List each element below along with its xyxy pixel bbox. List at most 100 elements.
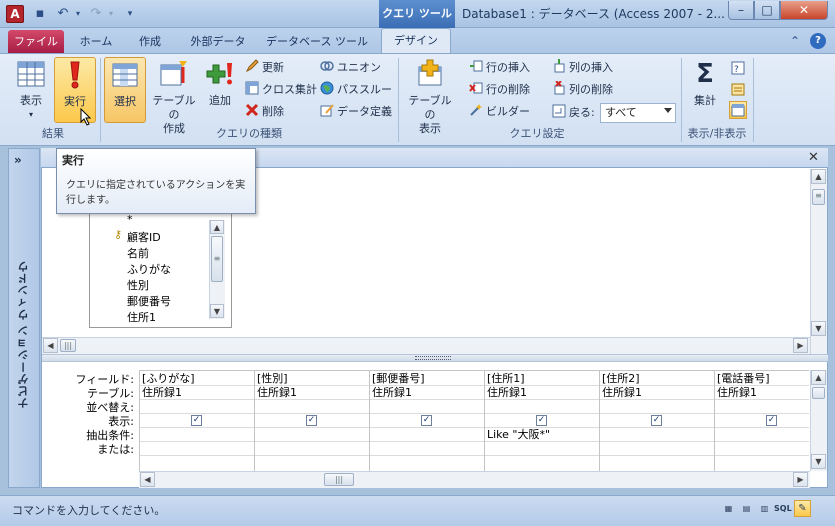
- field-list-item[interactable]: 郵便番号: [127, 293, 171, 309]
- scroll-thumb[interactable]: |||: [324, 473, 354, 486]
- pass-through-query-button[interactable]: パススルー: [320, 80, 392, 100]
- close-document-icon[interactable]: ✕: [808, 150, 819, 165]
- grid-cell-table[interactable]: 住所録1: [372, 386, 412, 400]
- scroll-down-icon[interactable]: ▼: [811, 454, 826, 469]
- delete-query-button[interactable]: 削除: [245, 102, 284, 122]
- undo-dropdown-icon[interactable]: ▾: [70, 6, 86, 22]
- design-view-icon[interactable]: ✎: [794, 500, 811, 517]
- scroll-thumb[interactable]: ≡: [812, 189, 825, 205]
- tab-create[interactable]: 作成: [128, 30, 172, 53]
- scroll-thumb[interactable]: |||: [60, 339, 76, 352]
- builder-button[interactable]: ビルダー: [469, 102, 530, 122]
- show-checkbox[interactable]: ✓: [191, 415, 202, 426]
- update-query-button[interactable]: 更新: [245, 58, 284, 78]
- undo-icon[interactable]: ↶: [55, 6, 71, 22]
- save-icon[interactable]: ▪: [32, 6, 48, 22]
- maximize-button[interactable]: □: [754, 1, 780, 20]
- scroll-up-icon[interactable]: ▲: [811, 370, 826, 385]
- redo-icon[interactable]: ↷: [88, 6, 104, 22]
- field-list-item[interactable]: 顧客ID: [127, 229, 161, 245]
- field-list-item[interactable]: ふりがな: [127, 261, 171, 277]
- show-table-button[interactable]: テーブルの 表示: [403, 57, 457, 135]
- tab-database-tools[interactable]: データベース ツール: [262, 30, 372, 53]
- tab-home[interactable]: ホーム: [70, 30, 122, 53]
- grid-cell-field[interactable]: [ふりがな]: [142, 372, 195, 386]
- status-text: コマンドを入力してください。: [12, 504, 166, 517]
- help-icon[interactable]: ?: [810, 33, 826, 49]
- field-list-item[interactable]: 名前: [127, 245, 149, 261]
- field-list-item[interactable]: 住所1: [127, 309, 156, 325]
- access-app-icon[interactable]: A: [6, 5, 24, 23]
- grid-cell-criteria[interactable]: Like "大阪*": [487, 428, 550, 442]
- scroll-thumb[interactable]: ≡: [211, 236, 223, 282]
- design-grid[interactable]: [ふりがな] 住所録1 ✓ [性別] 住所録1 ✓ [郵便番号] 住所録1 ✓ [住所1] 住所録1…: [139, 370, 809, 471]
- grid-horizontal-scrollbar[interactable]: ◀ ||| ▶: [139, 471, 810, 488]
- tab-file[interactable]: ファイル: [8, 30, 64, 53]
- splitter-grip-icon[interactable]: [415, 356, 451, 360]
- make-table-button[interactable]: テーブルの 作成: [148, 57, 200, 135]
- field-list-item[interactable]: 性別: [127, 277, 149, 293]
- scroll-up-icon[interactable]: ▲: [210, 220, 224, 234]
- scroll-left-icon[interactable]: ◀: [140, 472, 155, 487]
- grid-cell-table[interactable]: 住所録1: [602, 386, 642, 400]
- grid-cell-table[interactable]: 住所録1: [142, 386, 182, 400]
- customize-toolbar-icon[interactable]: ▾: [122, 6, 138, 22]
- pivot-chart-view-icon[interactable]: ▥: [756, 500, 773, 517]
- insert-columns-button[interactable]: 列の挿入: [552, 58, 613, 78]
- show-checkbox[interactable]: ✓: [306, 415, 317, 426]
- grid-cell-table[interactable]: 住所録1: [257, 386, 297, 400]
- minimize-ribbon-icon[interactable]: ⌃: [790, 34, 800, 48]
- show-checkbox[interactable]: ✓: [536, 415, 547, 426]
- datasheet-view-icon[interactable]: ▦: [720, 500, 737, 517]
- grid-cell-table[interactable]: 住所録1: [487, 386, 527, 400]
- sql-view-button[interactable]: SQL: [774, 500, 792, 517]
- scroll-down-icon[interactable]: ▼: [210, 304, 224, 318]
- scroll-left-icon[interactable]: ◀: [43, 338, 58, 353]
- return-values-select[interactable]: すべて: [600, 103, 676, 123]
- grid-cell-field[interactable]: [郵便番号]: [372, 372, 425, 386]
- table-pane-horizontal-scrollbar[interactable]: ◀ ||| ▶: [42, 337, 810, 354]
- select-query-button[interactable]: 選択: [104, 57, 146, 123]
- totals-button[interactable]: Σ 集計: [686, 57, 724, 123]
- redo-dropdown-icon[interactable]: ▾: [103, 6, 119, 22]
- row-header-criteria: 抽出条件:: [86, 429, 134, 442]
- table-names-icon[interactable]: [729, 101, 747, 119]
- pivot-table-view-icon[interactable]: ▤: [738, 500, 755, 517]
- field-list-scrollbar[interactable]: ▲ ≡ ▼: [209, 220, 225, 319]
- minimize-button[interactable]: –: [728, 1, 754, 20]
- view-button[interactable]: 表示 ▾: [10, 57, 52, 123]
- table-pane-vertical-scrollbar[interactable]: ▲ ≡ ▼: [810, 169, 827, 354]
- parameters-icon[interactable]: ?: [730, 60, 746, 76]
- scroll-thumb[interactable]: [812, 387, 825, 399]
- union-query-button[interactable]: ユニオン: [320, 58, 381, 78]
- property-sheet-icon[interactable]: [730, 81, 746, 97]
- data-definition-button[interactable]: データ定義: [320, 102, 392, 122]
- grid-vertical-scrollbar[interactable]: ▲ ▼: [810, 370, 827, 471]
- tab-external-data[interactable]: 外部データ: [180, 30, 256, 53]
- delete-rows-button[interactable]: 行の削除: [469, 80, 530, 100]
- grid-cell-table[interactable]: 住所録1: [717, 386, 757, 400]
- grid-cell-field[interactable]: [電話番号]: [717, 372, 770, 386]
- nav-pane-label[interactable]: ナビゲーション ウィンドウ: [16, 260, 32, 409]
- scroll-right-icon[interactable]: ▶: [793, 472, 808, 487]
- insert-rows-button[interactable]: 行の挿入: [469, 58, 530, 78]
- select-query-icon: [110, 60, 140, 90]
- scroll-up-icon[interactable]: ▲: [811, 169, 826, 184]
- show-checkbox[interactable]: ✓: [651, 415, 662, 426]
- return-icon: [552, 104, 566, 118]
- grid-cell-field[interactable]: [性別]: [257, 372, 288, 386]
- crosstab-query-button[interactable]: クロス集計: [245, 80, 317, 100]
- field-list-item[interactable]: *: [127, 213, 133, 226]
- chevron-down-icon[interactable]: [664, 108, 672, 113]
- append-query-button[interactable]: 追加: [202, 57, 238, 123]
- grid-cell-field[interactable]: [住所2]: [602, 372, 640, 386]
- scroll-right-icon[interactable]: ▶: [793, 338, 808, 353]
- nav-pane-toggle-button[interactable]: »: [14, 153, 22, 167]
- delete-columns-button[interactable]: 列の削除: [552, 80, 613, 100]
- tab-design[interactable]: デザイン: [381, 28, 451, 54]
- close-button[interactable]: ✕: [780, 1, 828, 20]
- scroll-down-icon[interactable]: ▼: [811, 321, 826, 336]
- grid-cell-field[interactable]: [住所1]: [487, 372, 525, 386]
- show-checkbox[interactable]: ✓: [421, 415, 432, 426]
- show-checkbox[interactable]: ✓: [766, 415, 777, 426]
